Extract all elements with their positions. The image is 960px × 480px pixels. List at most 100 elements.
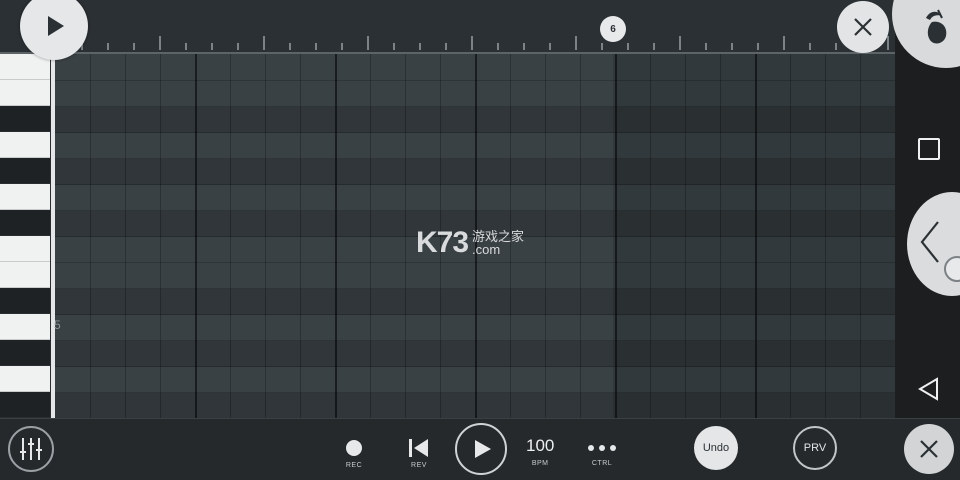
undo-button[interactable]: Undo bbox=[694, 426, 738, 470]
watermark: K73 游戏之家 .com bbox=[416, 226, 524, 260]
ruler-tick bbox=[627, 43, 629, 50]
ctrl-label: CTRL bbox=[591, 460, 613, 467]
ruler-tick bbox=[549, 43, 551, 50]
watermark-brand: K73 bbox=[416, 226, 469, 259]
mixer-sliders-icon bbox=[20, 438, 42, 460]
ruler-tick bbox=[757, 43, 759, 50]
bpm-value: 100 bbox=[526, 436, 555, 455]
ruler-tick bbox=[705, 43, 707, 50]
piano-key-white[interactable] bbox=[0, 236, 50, 262]
ruler-tick bbox=[653, 43, 655, 50]
grid-beat-line bbox=[90, 54, 91, 418]
ruler-tick bbox=[679, 36, 681, 50]
prv-button[interactable]: PRV bbox=[793, 426, 837, 470]
ruler-tick bbox=[783, 36, 785, 50]
ruler-tick bbox=[367, 36, 369, 50]
rev-label: REV bbox=[411, 462, 427, 469]
timeline-ruler[interactable] bbox=[0, 0, 915, 54]
prv-label: PRV bbox=[803, 442, 827, 454]
grid-bar-line bbox=[755, 54, 757, 418]
grid-beat-line bbox=[300, 54, 301, 418]
piano-key-white[interactable] bbox=[0, 262, 50, 288]
close-icon bbox=[854, 18, 872, 36]
ruler-tick bbox=[835, 43, 837, 50]
rec-button[interactable]: REC bbox=[344, 438, 364, 469]
ruler-tick bbox=[107, 43, 109, 50]
grid-beat-line bbox=[265, 54, 266, 418]
grid-beat-line bbox=[160, 54, 161, 418]
bar-marker[interactable]: 6 bbox=[600, 16, 626, 42]
ruler-tick bbox=[471, 36, 473, 50]
piano-key-black[interactable] bbox=[0, 158, 50, 183]
grid-beat-line bbox=[580, 54, 581, 418]
piano-key-black[interactable] bbox=[0, 340, 50, 365]
chevron-left-icon[interactable] bbox=[918, 220, 942, 264]
recents-square-icon[interactable] bbox=[918, 138, 940, 160]
grid-bar-line bbox=[195, 54, 197, 418]
grid-beat-line bbox=[860, 54, 861, 418]
undo-label: Undo bbox=[702, 442, 730, 454]
play-button[interactable] bbox=[455, 423, 507, 475]
dots-icon bbox=[588, 445, 616, 451]
play-icon bbox=[474, 440, 491, 458]
bpm-label: BPM bbox=[531, 460, 549, 467]
ruler-tick bbox=[731, 43, 733, 50]
grid-beat-line bbox=[230, 54, 231, 418]
ruler-tick bbox=[419, 43, 421, 50]
grid-beat-line bbox=[545, 54, 546, 418]
ruler-tick bbox=[159, 36, 161, 50]
record-dot-icon bbox=[346, 440, 362, 456]
close-button-top[interactable] bbox=[837, 1, 889, 53]
grid-beat-line bbox=[650, 54, 651, 418]
grid-beat-line bbox=[405, 54, 406, 418]
ruler-tick bbox=[887, 36, 889, 50]
piano-key-black[interactable] bbox=[0, 392, 50, 417]
ruler-tick bbox=[497, 43, 499, 50]
grid-beat-line bbox=[825, 54, 826, 418]
grid-beat-line bbox=[720, 54, 721, 418]
ruler-tick bbox=[445, 43, 447, 50]
piano-key-black[interactable] bbox=[0, 106, 50, 131]
mixer-button[interactable] bbox=[8, 426, 54, 472]
play-icon bbox=[48, 16, 64, 36]
piano-key-black[interactable] bbox=[0, 210, 50, 235]
ctrl-button[interactable]: CTRL bbox=[587, 440, 617, 467]
piano-key-white[interactable] bbox=[0, 184, 50, 210]
ruler-tick bbox=[601, 43, 603, 50]
grid-bar-line bbox=[335, 54, 337, 418]
loop-region-shade bbox=[613, 54, 895, 418]
ruler-tick bbox=[263, 36, 265, 50]
skip-back-icon bbox=[409, 439, 428, 457]
close-button-bottom[interactable] bbox=[904, 424, 954, 474]
piano-key-white[interactable] bbox=[0, 366, 50, 392]
grid-bar-line bbox=[615, 54, 617, 418]
grid-beat-line bbox=[685, 54, 686, 418]
piano-key-white[interactable] bbox=[0, 132, 50, 158]
ruler-tick bbox=[185, 43, 187, 50]
close-icon bbox=[920, 440, 938, 458]
grid-beat-line bbox=[370, 54, 371, 418]
bpm-control[interactable]: 100 BPM bbox=[526, 436, 554, 467]
watermark-domain: .com bbox=[472, 242, 501, 257]
ruler-tick bbox=[393, 43, 395, 50]
ruler-tick bbox=[133, 43, 135, 50]
piano-key-black[interactable] bbox=[0, 288, 50, 313]
bar-marker-label: 6 bbox=[610, 23, 616, 35]
octave-label: 5 bbox=[54, 318, 61, 332]
ruler-tick bbox=[523, 43, 525, 50]
piano-key-white[interactable] bbox=[0, 80, 50, 106]
rev-button[interactable]: REV bbox=[407, 438, 431, 469]
ruler-tick bbox=[575, 36, 577, 50]
ruler-tick bbox=[341, 43, 343, 50]
ruler-tick bbox=[315, 43, 317, 50]
grid-beat-line bbox=[125, 54, 126, 418]
rec-label: REC bbox=[345, 462, 363, 469]
back-triangle-icon[interactable] bbox=[917, 377, 941, 401]
ruler-tick bbox=[289, 43, 291, 50]
piano-keyboard[interactable] bbox=[0, 54, 52, 418]
grid-beat-line bbox=[790, 54, 791, 418]
ruler-tick bbox=[237, 43, 239, 50]
ruler-tick bbox=[211, 43, 213, 50]
piano-key-white[interactable] bbox=[0, 314, 50, 340]
ruler-tick bbox=[809, 43, 811, 50]
